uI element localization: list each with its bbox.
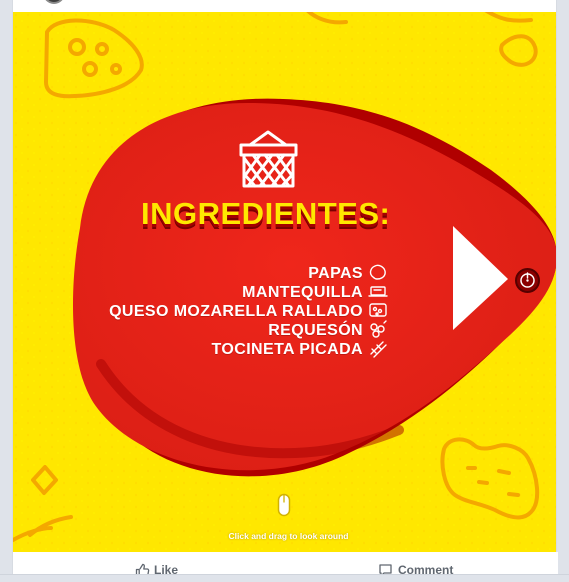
ingredient-potatoes: PAPAS [308,265,363,282]
ingredients-title: INGREDIENTES: [141,196,391,231]
mouse-icon [277,493,291,517]
ingredient-butter: MANTEQUILLA [242,284,363,301]
ingredient-chopped-bacon: TOCINETA PICADA [211,341,363,358]
food-illustration-background [13,12,557,552]
profile-avatar[interactable] [43,0,65,4]
feed-divider [0,574,569,582]
drag-instruction: Click and drag to look around [228,531,349,541]
ingredient-ricotta: REQUESÓN [268,322,363,339]
gyro-control-button[interactable] [515,268,540,293]
360-video-player[interactable]: INGREDIENTES: PAPAS MANTEQUILLA QUESO MO… [13,12,557,552]
ingredient-grated-mozzarella: QUESO MOZARELLA RALLADO [109,303,363,320]
gyro-icon [520,272,535,288]
